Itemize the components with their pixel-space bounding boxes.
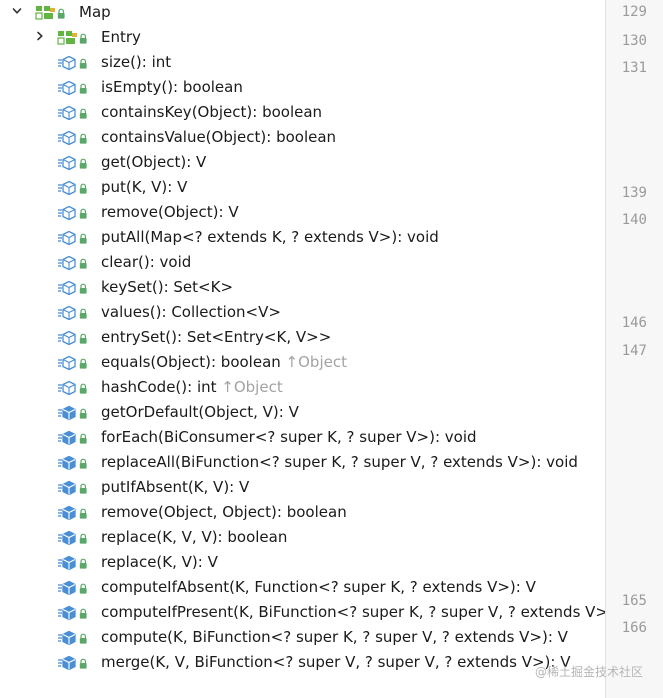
tree-item-method[interactable]: values(): Collection<V> bbox=[0, 300, 606, 325]
chevron-right-icon[interactable] bbox=[35, 31, 45, 41]
default-method-icon bbox=[58, 505, 87, 521]
tree-item-label: putAll(Map<? extends K, ? extends V>): v… bbox=[101, 228, 439, 246]
abstract-method-icon bbox=[58, 180, 87, 196]
tree-item-label: entrySet(): Set<Entry<K, V>> bbox=[101, 328, 332, 346]
tree-item-label: getOrDefault(Object, V): V bbox=[101, 403, 299, 421]
abstract-method-icon bbox=[58, 255, 87, 271]
tree-item-label: isEmpty(): boolean bbox=[101, 78, 243, 96]
default-method-icon bbox=[58, 655, 87, 671]
abstract-method-icon bbox=[58, 55, 87, 71]
tree-item-label: containsValue(Object): boolean bbox=[101, 128, 337, 146]
abstract-method-icon bbox=[58, 80, 87, 96]
default-method-icon bbox=[58, 430, 87, 446]
line-number-gutter: 129 130 131 139 140 146 147 165 166 bbox=[606, 0, 663, 698]
tree-item-method[interactable]: containsKey(Object): boolean bbox=[0, 100, 606, 125]
line-number: 131 bbox=[621, 60, 647, 76]
tree-item-method[interactable]: forEach(BiConsumer<? super K, ? super V>… bbox=[0, 425, 606, 450]
tree-item-label: put(K, V): V bbox=[101, 178, 188, 196]
inherited-from-label: ↑Object bbox=[216, 378, 283, 396]
tree-item-method[interactable]: computeIfPresent(K, BiFunction<? super K… bbox=[0, 600, 606, 625]
tree-item-method[interactable]: computeIfAbsent(K, Function<? super K, ?… bbox=[0, 575, 606, 600]
line-number: 165 bbox=[621, 593, 647, 609]
tree-item-method[interactable]: replace(K, V): V bbox=[0, 550, 606, 575]
abstract-method-icon bbox=[58, 155, 87, 171]
tree-item-method[interactable]: put(K, V): V bbox=[0, 175, 606, 200]
tree-item-label: hashCode(): int ↑Object bbox=[101, 378, 283, 396]
abstract-method-icon bbox=[58, 105, 87, 121]
interface-icon bbox=[57, 31, 87, 45]
tree-item-method[interactable]: keySet(): Set<K> bbox=[0, 275, 606, 300]
abstract-method-icon bbox=[58, 380, 87, 396]
tree-item-method[interactable]: remove(Object): V bbox=[0, 200, 606, 225]
abstract-method-icon bbox=[58, 305, 87, 321]
tree-item-method[interactable]: size(): int bbox=[0, 50, 606, 75]
tree-item-label: replace(K, V, V): boolean bbox=[101, 528, 288, 546]
tree-item-method[interactable]: isEmpty(): boolean bbox=[0, 75, 606, 100]
tree-item-label: replaceAll(BiFunction<? super K, ? super… bbox=[101, 453, 578, 471]
tree-item-method[interactable]: merge(K, V, BiFunction<? super V, ? supe… bbox=[0, 650, 606, 675]
tree-item-method[interactable]: putIfAbsent(K, V): V bbox=[0, 475, 606, 500]
line-number: 140 bbox=[621, 212, 647, 228]
tree-item-label: equals(Object): boolean ↑Object bbox=[101, 353, 347, 371]
tree-item-label: clear(): void bbox=[101, 253, 192, 271]
abstract-method-icon bbox=[58, 355, 87, 371]
structure-tree[interactable]: Map Entry size(): int isEmpty(): boolean con… bbox=[0, 0, 606, 698]
default-method-icon bbox=[58, 530, 87, 546]
tree-item-label: containsKey(Object): boolean bbox=[101, 103, 323, 121]
line-number: 139 bbox=[621, 185, 647, 201]
tree-item-method[interactable]: clear(): void bbox=[0, 250, 606, 275]
tree-item-entry[interactable]: Entry bbox=[0, 25, 606, 50]
tree-item-method[interactable]: compute(K, BiFunction<? super K, ? super… bbox=[0, 625, 606, 650]
tree-item-label: values(): Collection<V> bbox=[101, 303, 281, 321]
abstract-method-icon bbox=[58, 230, 87, 246]
abstract-method-icon bbox=[58, 330, 87, 346]
tree-item-method[interactable]: putAll(Map<? extends K, ? extends V>): v… bbox=[0, 225, 606, 250]
tree-item-label: compute(K, BiFunction<? super K, ? super… bbox=[101, 628, 568, 646]
tree-item-label: keySet(): Set<K> bbox=[101, 278, 234, 296]
tree-item-label: replace(K, V): V bbox=[101, 553, 218, 571]
tree-item-label: remove(Object, Object): boolean bbox=[101, 503, 347, 521]
default-method-icon bbox=[58, 605, 87, 621]
abstract-method-icon bbox=[58, 130, 87, 146]
line-number: 130 bbox=[621, 33, 647, 49]
tree-item-method[interactable]: equals(Object): boolean ↑Object bbox=[0, 350, 606, 375]
tree-item-method[interactable]: containsValue(Object): boolean bbox=[0, 125, 606, 150]
tree-item-method[interactable]: hashCode(): int ↑Object bbox=[0, 375, 606, 400]
default-method-icon bbox=[58, 455, 87, 471]
tree-item-method[interactable]: entrySet(): Set<Entry<K, V>> bbox=[0, 325, 606, 350]
watermark: @稀土掘金技术社区 bbox=[534, 665, 643, 679]
structure-window: Map Entry size(): int isEmpty(): boolean con… bbox=[0, 0, 663, 698]
tree-item-method[interactable]: getOrDefault(Object, V): V bbox=[0, 400, 606, 425]
tree-item-label: size(): int bbox=[101, 53, 172, 71]
default-method-icon bbox=[58, 630, 87, 646]
inherited-from-label: ↑Object bbox=[280, 353, 347, 371]
line-number: 129 bbox=[621, 4, 647, 20]
abstract-method-icon bbox=[58, 280, 87, 296]
abstract-method-icon bbox=[58, 205, 87, 221]
tree-item-label: merge(K, V, BiFunction<? super V, ? supe… bbox=[101, 653, 571, 671]
tree-item-method[interactable]: get(Object): V bbox=[0, 150, 606, 175]
tree-item-label: computeIfAbsent(K, Function<? super K, ?… bbox=[101, 578, 536, 596]
tree-item-label: get(Object): V bbox=[101, 153, 207, 171]
tree-item-label: computeIfPresent(K, BiFunction<? super K… bbox=[101, 603, 606, 621]
tree-item-label: forEach(BiConsumer<? super K, ? super V>… bbox=[101, 428, 477, 446]
tree-item-method[interactable]: remove(Object, Object): boolean bbox=[0, 500, 606, 525]
tree-item-label: putIfAbsent(K, V): V bbox=[101, 478, 250, 496]
tree-item-method[interactable]: replaceAll(BiFunction<? super K, ? super… bbox=[0, 450, 606, 475]
default-method-icon bbox=[58, 480, 87, 496]
chevron-down-icon[interactable] bbox=[12, 6, 22, 16]
interface-icon bbox=[35, 6, 65, 20]
tree-item-method[interactable]: replace(K, V, V): boolean bbox=[0, 525, 606, 550]
default-method-icon bbox=[58, 555, 87, 571]
tree-item-label: Entry bbox=[101, 28, 141, 46]
default-method-icon bbox=[58, 405, 87, 421]
tree-item-map[interactable]: Map bbox=[0, 0, 606, 25]
tree-item-label: remove(Object): V bbox=[101, 203, 239, 221]
line-number: 146 bbox=[621, 315, 647, 331]
line-number: 166 bbox=[621, 620, 647, 636]
tree-item-label: Map bbox=[79, 3, 111, 21]
default-method-icon bbox=[58, 580, 87, 596]
line-number: 147 bbox=[621, 343, 647, 359]
